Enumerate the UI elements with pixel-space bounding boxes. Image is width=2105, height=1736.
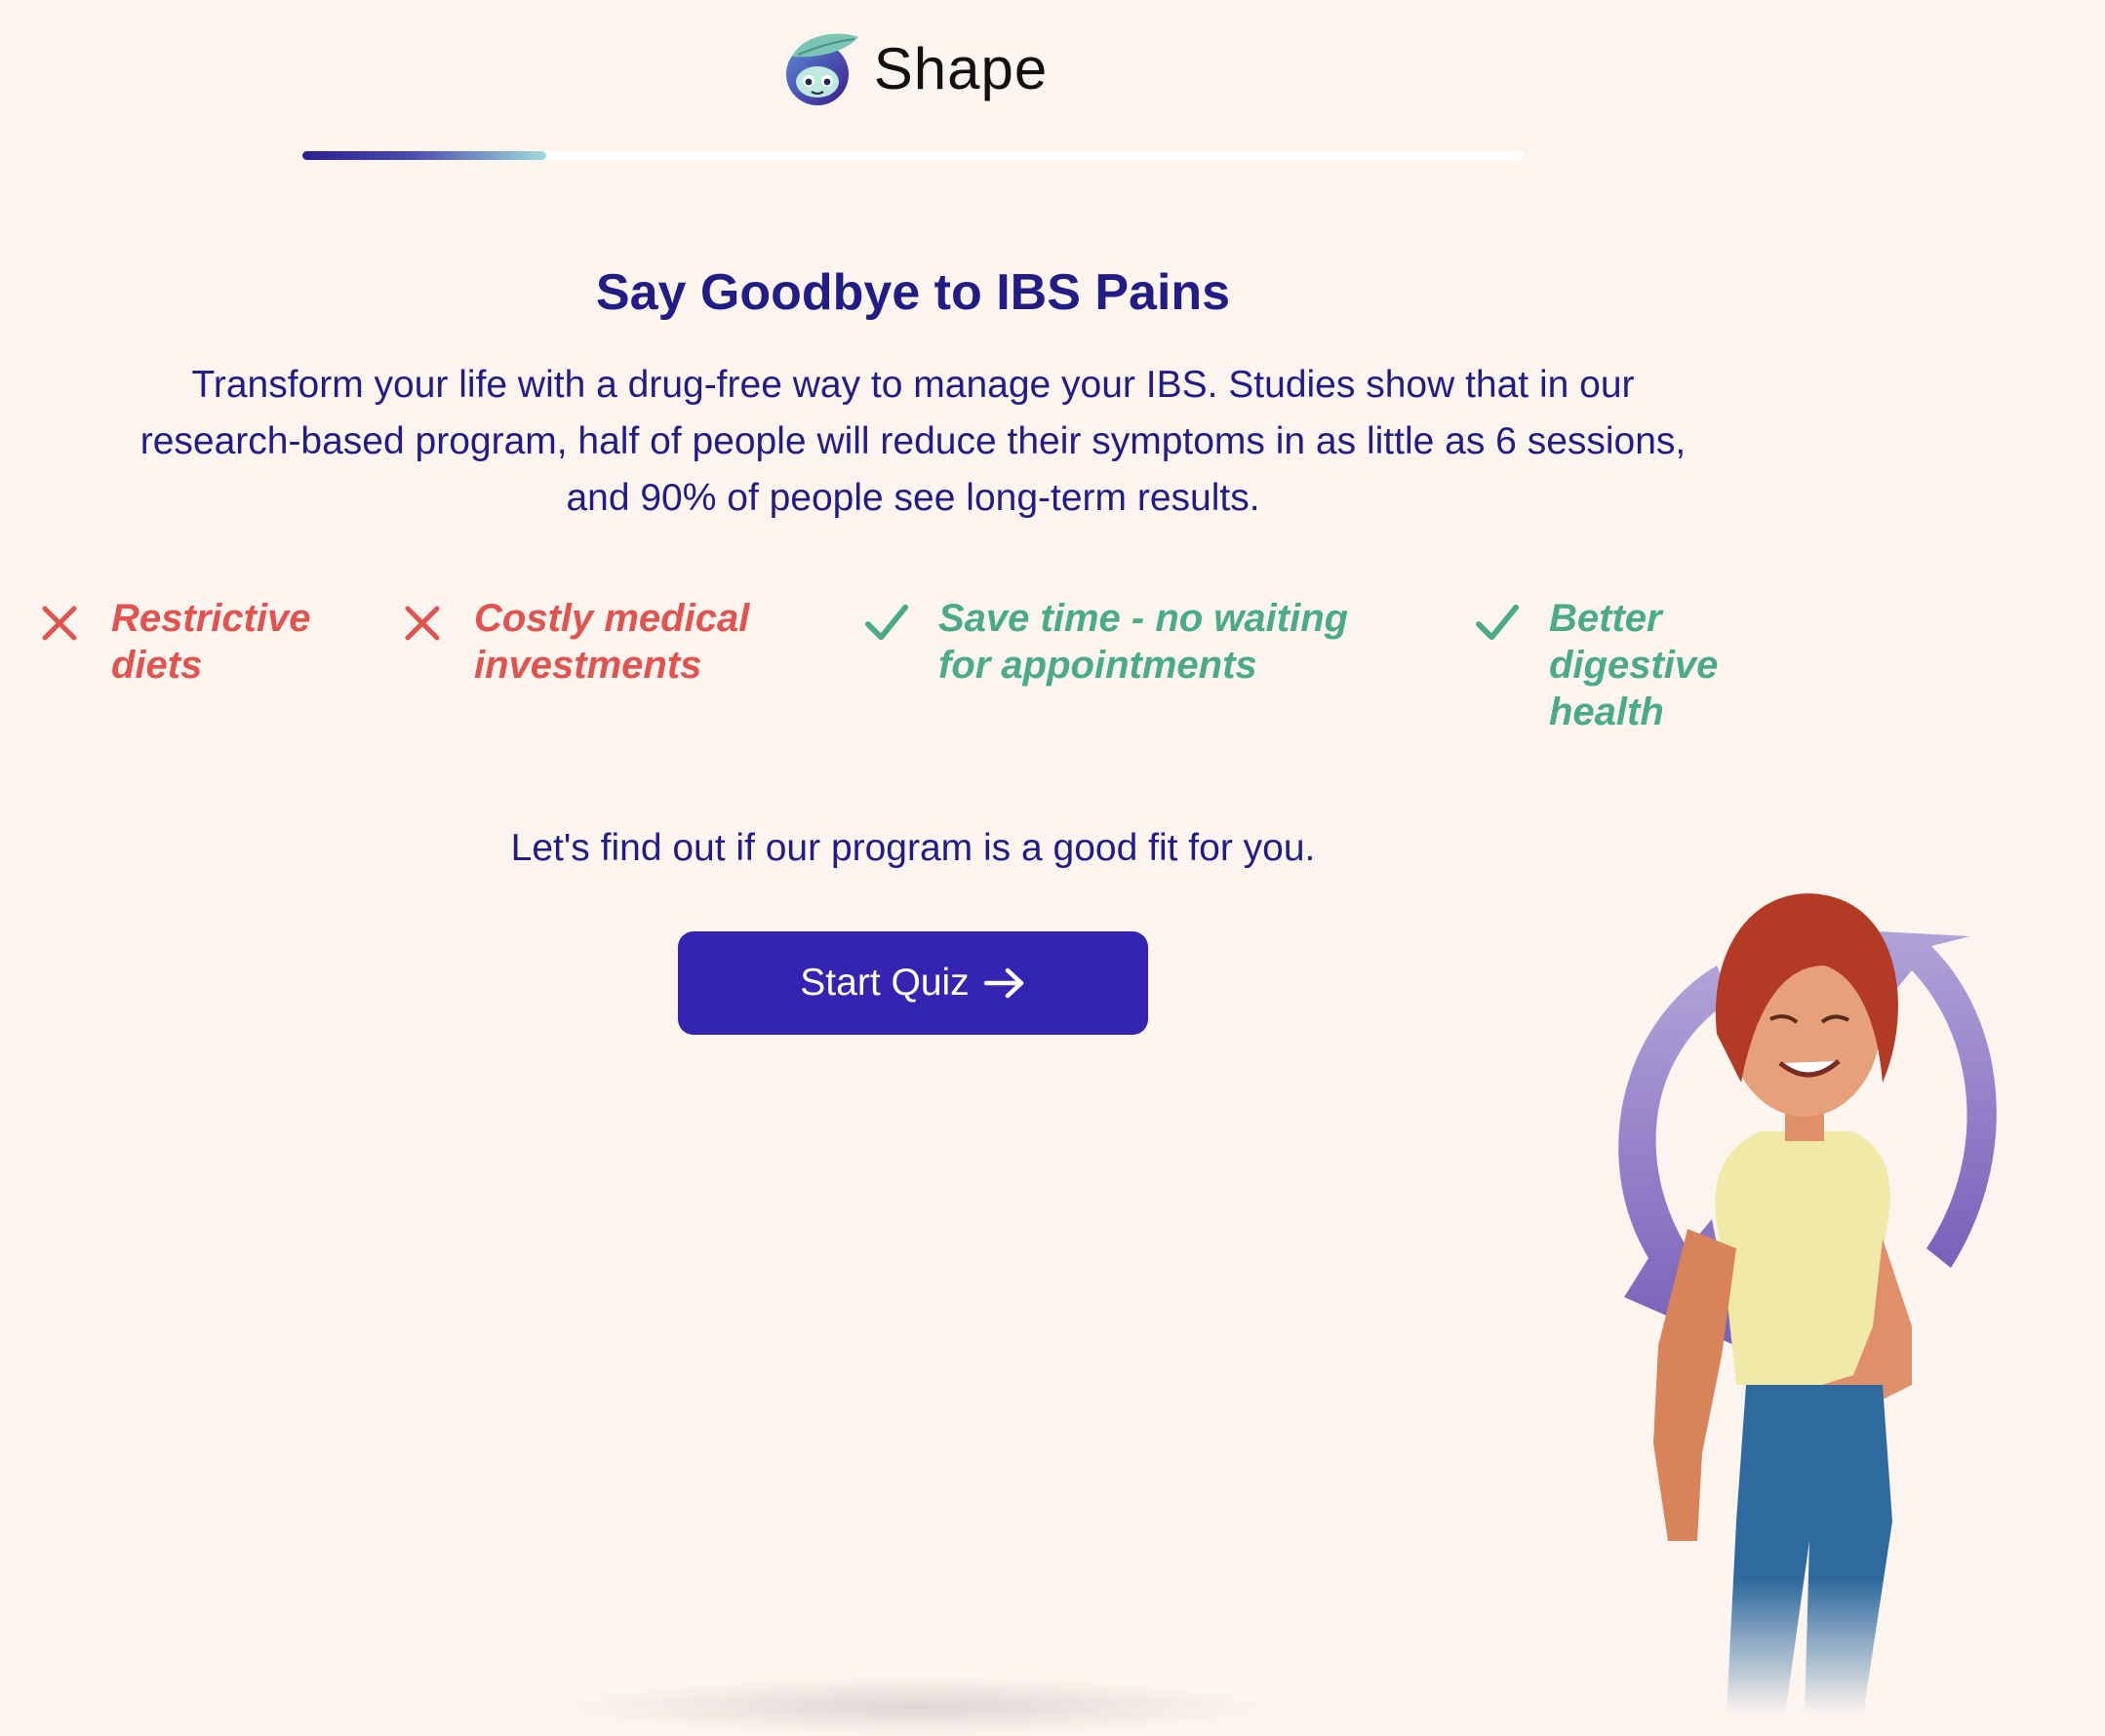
x-icon bbox=[400, 601, 445, 646]
feature-label: Restrictive diets bbox=[111, 597, 311, 687]
site-header: Shape bbox=[0, 27, 1826, 109]
feature-save-time: Save time - no waiting for appointments bbox=[864, 595, 1387, 689]
x-icon bbox=[37, 601, 82, 646]
check-icon bbox=[1475, 601, 1520, 646]
feature-label: Save time - no waiting for appointments bbox=[938, 597, 1349, 687]
intro-text: Transform your life with a drug-free way… bbox=[139, 364, 1687, 519]
start-quiz-label: Start Quiz bbox=[800, 962, 970, 1004]
check-icon bbox=[864, 601, 909, 646]
feature-costly-medical-investments: Costly medical investments bbox=[400, 595, 806, 689]
floor-shadow bbox=[566, 1677, 1268, 1736]
page-title: Say Goodbye to IBS Pains bbox=[595, 264, 1231, 321]
feature-better-digestive-health: Better digestive health bbox=[1475, 595, 1744, 735]
feature-restrictive-diets: Restrictive diets bbox=[37, 595, 365, 689]
leaf-face-logo-icon[interactable] bbox=[778, 27, 860, 109]
progress-fill bbox=[302, 151, 547, 160]
quiz-progress-bar bbox=[302, 151, 1524, 160]
start-quiz-button[interactable]: Start Quiz bbox=[678, 931, 1148, 1035]
feature-label: Costly medical investments bbox=[474, 597, 750, 687]
feature-label: Better digestive health bbox=[1549, 597, 1719, 733]
woman-holding-stomach-illustration bbox=[1541, 893, 2087, 1715]
arrow-right-icon bbox=[983, 967, 1026, 1000]
brand-name: Shape bbox=[873, 35, 1049, 101]
